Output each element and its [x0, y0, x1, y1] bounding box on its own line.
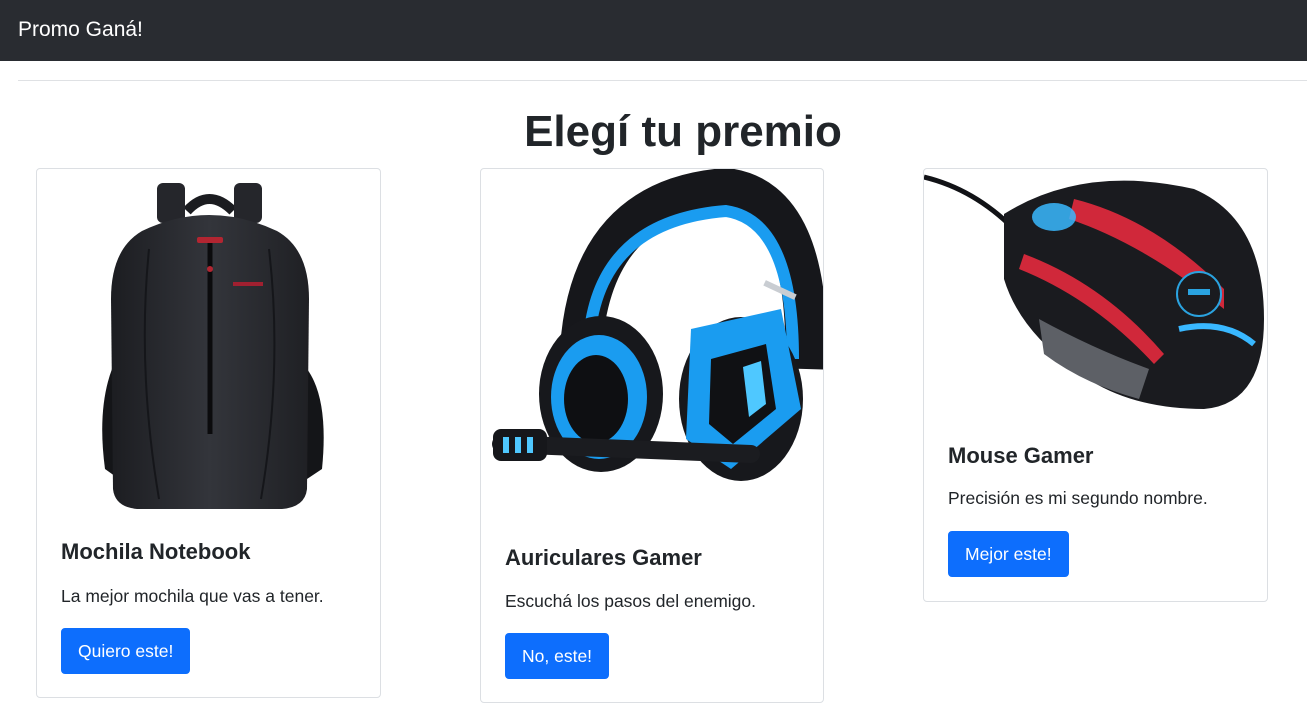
- card-text: Precisión es mi segundo nombre.: [948, 488, 1208, 508]
- top-navbar: Promo Ganá!: [0, 0, 1307, 61]
- card-title: Mochila Notebook: [61, 539, 251, 564]
- header-divider: [18, 80, 1307, 81]
- card-title: Auriculares Gamer: [505, 545, 702, 570]
- headphones-image: [481, 169, 823, 514]
- page-title: Elegí tu premio: [524, 107, 842, 156]
- choose-mouse-button[interactable]: Mejor este!: [948, 531, 1069, 577]
- navbar-brand[interactable]: Promo Ganá!: [18, 16, 143, 44]
- prize-card-mouse: Mouse Gamer Precisión es mi segundo nomb…: [923, 168, 1268, 602]
- backpack-image: [37, 169, 380, 514]
- card-title: Mouse Gamer: [948, 443, 1094, 468]
- prize-card-headphones: Auriculares Gamer Escuchá los pasos del …: [480, 168, 824, 703]
- choose-backpack-button[interactable]: Quiero este!: [61, 628, 191, 674]
- mouse-image: [924, 169, 1267, 417]
- choose-headphones-button[interactable]: No, este!: [505, 633, 610, 679]
- card-text: La mejor mochila que vas a tener.: [61, 586, 324, 606]
- prize-card-backpack: Mochila Notebook La mejor mochila que va…: [36, 168, 381, 698]
- card-text: Escuchá los pasos del enemigo.: [505, 591, 756, 611]
